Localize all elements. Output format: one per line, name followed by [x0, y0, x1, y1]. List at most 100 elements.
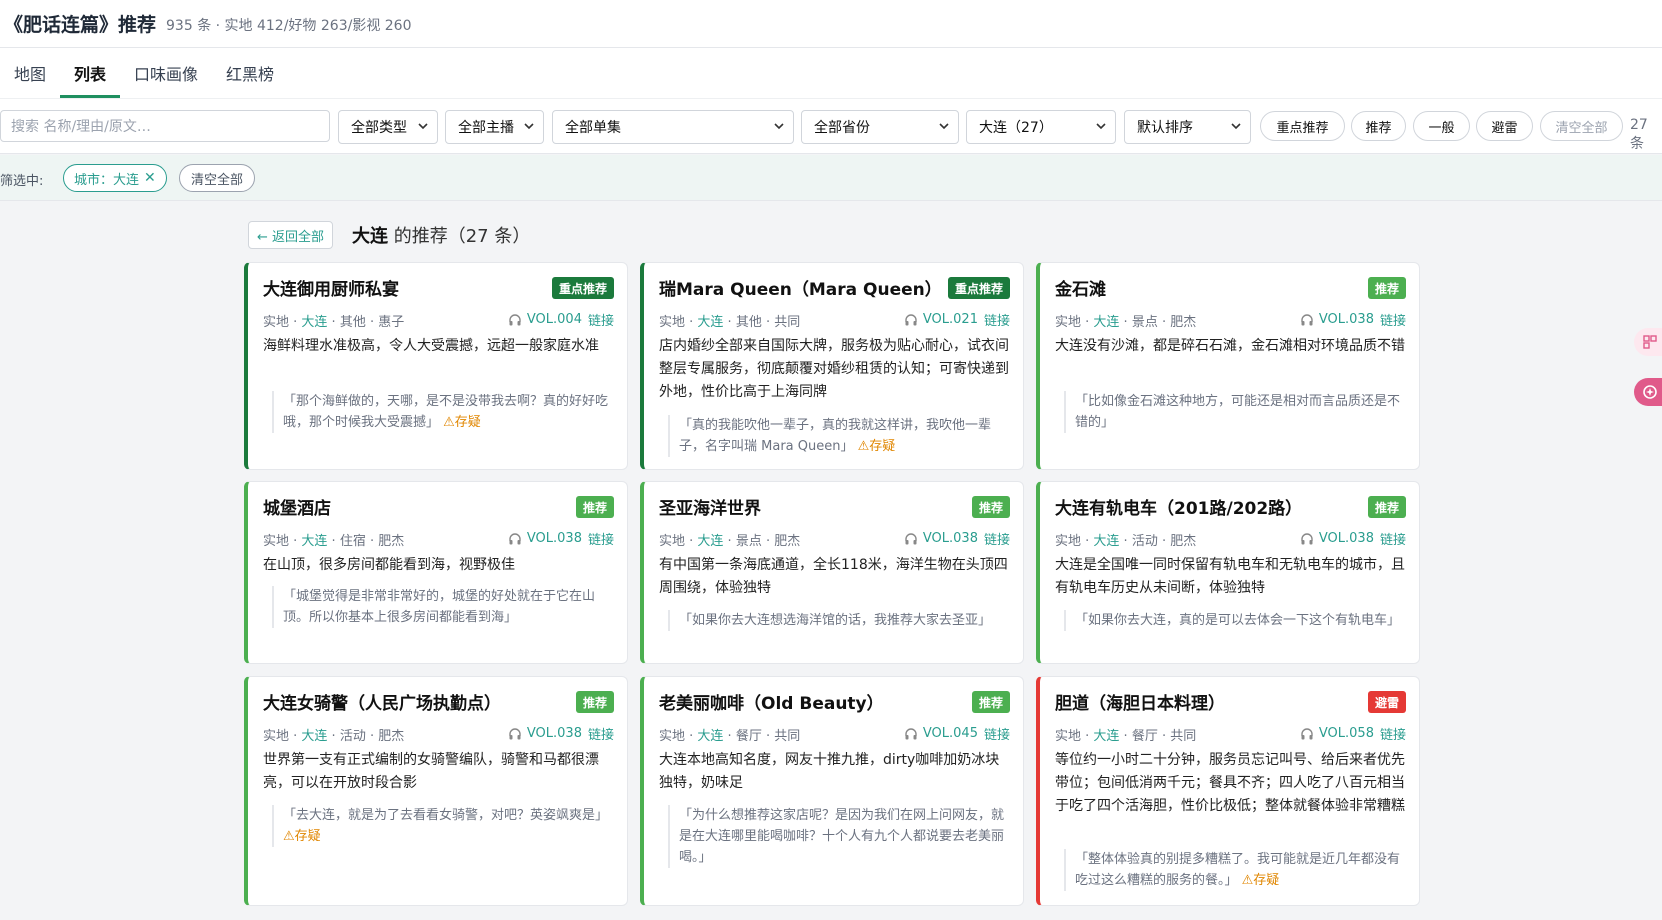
- card-title: 大连御用厨师私宴: [263, 280, 399, 300]
- card-reason: 大连没有沙滩，都是碎石石滩，金石滩相对环境品质不错: [1055, 338, 1405, 354]
- result-count: 27 条: [1630, 117, 1648, 152]
- card-episode-vol[interactable]: VOL.058: [1319, 726, 1374, 741]
- card-episode: VOL.004 链接: [508, 310, 614, 329]
- headphones-icon: [905, 313, 917, 325]
- card-link[interactable]: 链接: [1380, 529, 1406, 548]
- city-filter-chip[interactable]: 城市：大连 ✕: [63, 164, 167, 192]
- card-meta: 实地 · 大连 · 活动 · 肥杰: [1055, 530, 1196, 549]
- card-link[interactable]: 链接: [984, 529, 1010, 548]
- tab-map[interactable]: 地图: [0, 48, 60, 98]
- card-meta-rest: · 餐厅 · 共同: [1119, 729, 1197, 744]
- card-city[interactable]: 大连: [301, 534, 327, 549]
- back-to-all-button[interactable]: ← 返回全部: [248, 221, 334, 249]
- recommendation-card[interactable]: 瑞Mara Queen（Mara Queen） 重点推荐 实地 · 大连 · 其他 …: [640, 262, 1024, 470]
- card-title: 圣亚海洋世界: [659, 499, 761, 519]
- page-title: 《肥话连篇》推荐: [4, 14, 157, 36]
- type-select-value: 全部类型: [351, 120, 407, 136]
- card-link[interactable]: 链接: [984, 310, 1010, 329]
- card-episode-vol[interactable]: VOL.004: [527, 312, 582, 327]
- tab-red-black-list[interactable]: 红黑榜: [212, 48, 288, 98]
- card-meta-rest: · 餐厅 · 共同: [723, 729, 801, 744]
- card-episode: VOL.038 链接: [904, 529, 1010, 548]
- card-meta: 实地 · 大连 · 活动 · 肥杰: [263, 725, 404, 744]
- card-link[interactable]: 链接: [588, 529, 614, 548]
- card-meta-kind: 实地 ·: [1055, 315, 1094, 330]
- card-link[interactable]: 链接: [984, 724, 1010, 743]
- host-select[interactable]: 全部主播: [445, 110, 544, 144]
- card-level-badge: 推荐: [971, 691, 1010, 713]
- card-episode: VOL.038 链接: [1300, 310, 1406, 329]
- province-select[interactable]: 全部省份: [801, 110, 959, 144]
- recommendation-card[interactable]: 老美丽咖啡（Old Beauty） 推荐 实地 · 大连 · 餐厅 · 共同 VOL.…: [640, 676, 1024, 906]
- card-city[interactable]: 大连: [301, 729, 327, 744]
- card-meta-rest: · 景点 · 肥杰: [723, 534, 801, 549]
- card-episode-vol[interactable]: VOL.038: [1319, 312, 1374, 327]
- card-episode-vol[interactable]: VOL.038: [527, 726, 582, 741]
- card-doubt-flag: ⚠存疑: [857, 439, 896, 454]
- card-meta-rest: · 活动 · 肥杰: [327, 729, 405, 744]
- card-meta: 实地 · 大连 · 景点 · 肥杰: [1055, 311, 1196, 330]
- card-link[interactable]: 链接: [1380, 724, 1406, 743]
- clear-all-button[interactable]: 清空全部: [1540, 111, 1623, 141]
- card-level-badge: 推荐: [1367, 277, 1406, 299]
- card-meta: 实地 · 大连 · 住宿 · 肥杰: [263, 530, 404, 549]
- card-level-badge: 重点推荐: [947, 277, 1010, 299]
- card-meta-kind: 实地 ·: [659, 534, 698, 549]
- qr-code-icon[interactable]: [1634, 328, 1662, 356]
- card-title: 大连有轨电车（201路/202路）: [1055, 499, 1303, 519]
- city-filter-chip-label: 城市：大连: [74, 172, 140, 188]
- close-icon[interactable]: ✕: [144, 170, 156, 186]
- filter-bar: 搜索 名称/理由/原文… 全部类型 全部主播 全部单集 全部省份 大连（27） …: [0, 98, 1662, 154]
- card-episode-vol[interactable]: VOL.021: [923, 312, 978, 327]
- recommendation-card[interactable]: 金石滩 推荐 实地 · 大连 · 景点 · 肥杰 VOL.038 链接 大连没有沙滩，都是…: [1036, 262, 1420, 470]
- recommendation-card[interactable]: 圣亚海洋世界 推荐 实地 · 大连 · 景点 · 肥杰 VOL.038 链接 有中国第一条…: [640, 481, 1024, 664]
- card-episode-vol[interactable]: VOL.038: [1319, 531, 1374, 546]
- card-level-badge: 重点推荐: [551, 277, 614, 299]
- card-meta-kind: 实地 ·: [1055, 729, 1094, 744]
- card-meta-rest: · 景点 · 肥杰: [1119, 315, 1197, 330]
- tab-list[interactable]: 列表: [60, 48, 121, 98]
- filter-recommend-button[interactable]: 推荐: [1351, 111, 1406, 141]
- card-city[interactable]: 大连: [1093, 534, 1119, 549]
- card-episode-vol[interactable]: VOL.038: [527, 531, 582, 546]
- recommendation-card[interactable]: 胆道（海胆日本料理） 避雷 实地 · 大连 · 餐厅 · 共同 VOL.058 链接 等位…: [1036, 676, 1420, 906]
- sort-select[interactable]: 默认排序: [1124, 110, 1251, 144]
- card-meta-kind: 实地 ·: [263, 729, 302, 744]
- card-meta-kind: 实地 ·: [263, 534, 302, 549]
- tab-taste-profile[interactable]: 口味画像: [120, 48, 212, 98]
- search-input[interactable]: 搜索 名称/理由/原文…: [0, 110, 330, 142]
- assistant-icon[interactable]: [1634, 378, 1662, 406]
- card-episode-vol[interactable]: VOL.038: [923, 531, 978, 546]
- card-city[interactable]: 大连: [697, 729, 723, 744]
- card-city[interactable]: 大连: [1093, 729, 1119, 744]
- card-city[interactable]: 大连: [1093, 315, 1119, 330]
- episode-select[interactable]: 全部单集: [552, 110, 794, 144]
- card-link[interactable]: 链接: [1380, 310, 1406, 329]
- card-quote-text: 「如果你去大连，真的是可以去体会一下这个有轨电车」: [1075, 613, 1401, 628]
- app: 《肥话连篇》推荐 935 条 · 实地 412/好物 263/影视 260 地图…: [0, 0, 1662, 920]
- card-meta: 实地 · 大连 · 餐厅 · 共同: [659, 725, 800, 744]
- section-city: 大连: [352, 226, 388, 247]
- card-meta-rest: · 其他 · 共同: [723, 315, 801, 330]
- card-episode-vol[interactable]: VOL.045: [923, 726, 978, 741]
- recommendation-card[interactable]: 大连有轨电车（201路/202路） 推荐 实地 · 大连 · 活动 · 肥杰 VOL.…: [1036, 481, 1420, 664]
- card-link[interactable]: 链接: [588, 724, 614, 743]
- card-reason: 世界第一支有正式编制的女骑警编队，骑警和马都很漂亮，可以在开放时段合影: [263, 752, 599, 791]
- city-select[interactable]: 大连（27）: [966, 110, 1116, 144]
- section-title: 大连 的推荐（27 条）: [352, 222, 530, 248]
- card-city[interactable]: 大连: [697, 534, 723, 549]
- card-quote: 「比如像金石滩这种地方，可能还是相对而言品质还是不错的」: [1064, 391, 1405, 433]
- recommendation-card[interactable]: 大连御用厨师私宴 重点推荐 实地 · 大连 · 其他 · 惠子 VOL.004 链接 海鲜…: [244, 262, 628, 470]
- card-meta: 实地 · 大连 · 其他 · 惠子: [263, 311, 404, 330]
- card-city[interactable]: 大连: [697, 315, 723, 330]
- card-link[interactable]: 链接: [588, 310, 614, 329]
- recommendation-card[interactable]: 城堡酒店 推荐 实地 · 大连 · 住宿 · 肥杰 VOL.038 链接 在山顶，很多房间…: [244, 481, 628, 664]
- active-clear-all-chip[interactable]: 清空全部: [179, 164, 256, 192]
- filter-avoid-button[interactable]: 避雷: [1476, 111, 1533, 141]
- type-select[interactable]: 全部类型: [338, 110, 438, 144]
- recommendation-card[interactable]: 大连女骑警（人民广场执勤点） 推荐 实地 · 大连 · 活动 · 肥杰 VOL.038…: [244, 676, 628, 906]
- card-city[interactable]: 大连: [301, 315, 327, 330]
- card-episode: VOL.021 链接: [904, 310, 1010, 329]
- filter-normal-button[interactable]: 一般: [1413, 111, 1470, 141]
- filter-major-button[interactable]: 重点推荐: [1260, 111, 1345, 141]
